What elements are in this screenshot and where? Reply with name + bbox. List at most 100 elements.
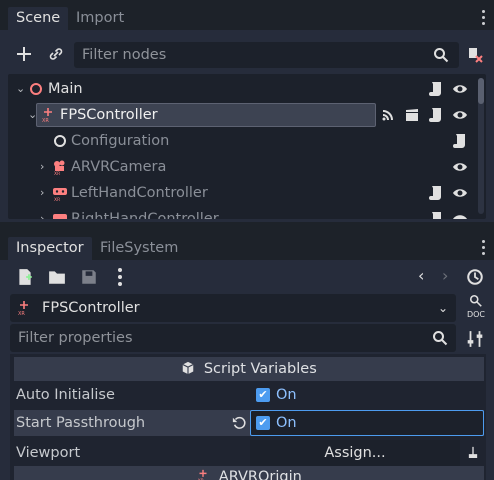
tree-item-fpscontroller[interactable]: ⌄ XR FPSController xyxy=(8,102,486,128)
search-icon xyxy=(432,46,450,64)
visibility-icon[interactable] xyxy=(452,185,468,201)
history-icon[interactable] xyxy=(466,268,484,286)
inspector-dock-tabs: Inspector FileSystem xyxy=(0,230,494,260)
tools-icon[interactable] xyxy=(466,330,484,348)
tree-item-label: ARVRCamera xyxy=(71,159,167,175)
expand-arrow-icon[interactable]: › xyxy=(40,154,44,180)
tree-item-arvrcamera[interactable]: › XR ARVRCamera xyxy=(8,154,486,180)
visibility-icon[interactable] xyxy=(452,159,468,175)
node-icon xyxy=(30,83,42,95)
open-folder-icon[interactable] xyxy=(48,268,66,286)
doc-label: DOC xyxy=(466,310,486,319)
script-icon[interactable] xyxy=(452,133,468,149)
new-resource-icon[interactable] xyxy=(16,268,34,286)
property-label: Start Passthrough xyxy=(16,415,146,431)
script-icon[interactable] xyxy=(428,211,444,219)
cube-icon xyxy=(182,361,194,375)
auto-initialise-checkbox[interactable]: ✔ On xyxy=(250,382,484,408)
viewport-assign-button[interactable]: Assign... xyxy=(250,440,460,466)
signal-icon[interactable] xyxy=(380,107,396,123)
tab-inspector[interactable]: Inspector xyxy=(8,237,92,260)
property-label: Auto Initialise xyxy=(16,387,115,403)
tree-item-label: LeftHandController xyxy=(71,185,208,201)
script-icon[interactable] xyxy=(428,185,444,201)
property-label: Viewport xyxy=(16,445,81,461)
assign-label: Assign... xyxy=(324,445,386,461)
collapse-arrow-icon[interactable]: ⌄ xyxy=(16,76,25,102)
instance-scene-button[interactable] xyxy=(46,44,66,64)
node-icon xyxy=(54,135,66,147)
more-options-icon[interactable] xyxy=(118,268,122,286)
clear-script-button[interactable] xyxy=(464,44,486,66)
scene-dock-menu-icon[interactable] xyxy=(482,10,486,28)
filter-nodes-input[interactable]: Filter nodes xyxy=(74,42,459,68)
start-passthrough-checkbox[interactable]: ✔ On xyxy=(250,410,484,436)
filter-nodes-placeholder: Filter nodes xyxy=(82,47,167,63)
scene-tree[interactable]: ⌄ Main ⌄ XR FPSController Configuration … xyxy=(8,74,486,219)
history-back-icon[interactable]: ‹ xyxy=(418,266,424,285)
scene-dock-tabs: Scene Import xyxy=(0,0,494,30)
expand-arrow-icon[interactable]: › xyxy=(40,206,44,219)
expand-arrow-icon[interactable]: › xyxy=(40,180,44,206)
save-icon[interactable] xyxy=(80,268,98,286)
visibility-icon[interactable] xyxy=(452,211,468,219)
tab-filesystem[interactable]: FileSystem xyxy=(92,237,186,260)
tab-scene[interactable]: Scene xyxy=(8,7,69,30)
tree-item-label: Configuration xyxy=(71,133,170,149)
visibility-icon[interactable] xyxy=(452,107,468,123)
section-script-variables[interactable]: Script Variables xyxy=(14,357,484,381)
help-search-icon xyxy=(469,294,482,307)
tree-item-label: FPSController xyxy=(60,107,158,123)
clapper-icon[interactable] xyxy=(404,107,420,123)
add-node-button[interactable] xyxy=(14,44,34,64)
xr-origin-icon: XR xyxy=(42,108,52,123)
section-title: ARVROrigin xyxy=(218,469,302,480)
svg-text:XR: XR xyxy=(54,171,60,175)
script-remove-icon xyxy=(469,48,483,63)
xr-controller-icon xyxy=(53,214,67,219)
search-icon xyxy=(433,331,448,346)
object-name: FPSController xyxy=(42,300,140,316)
history-forward-icon[interactable]: › xyxy=(442,266,448,285)
property-viewport: Viewport Assign... xyxy=(14,440,484,466)
tree-item-main[interactable]: ⌄ Main xyxy=(8,76,486,102)
tree-item-label: Main xyxy=(48,81,83,97)
link-icon xyxy=(49,48,63,60)
filter-properties-input[interactable]: Filter properties xyxy=(10,324,456,352)
tab-import[interactable]: Import xyxy=(68,7,132,30)
svg-text:XR: XR xyxy=(18,311,25,316)
scrollbar-thumb[interactable] xyxy=(478,78,484,104)
plus-icon xyxy=(17,47,31,61)
tree-item-label: RightHandController xyxy=(71,211,219,219)
script-icon[interactable] xyxy=(428,81,444,97)
checkbox-value: On xyxy=(276,415,297,431)
svg-text:XR: XR xyxy=(54,197,60,201)
checkbox-value: On xyxy=(276,387,297,403)
doc-button[interactable]: DOC xyxy=(464,294,488,322)
checkbox-checked-icon: ✔ xyxy=(256,416,270,430)
inspector-dock: Inspector FileSystem ‹ › XR FPSControlle… xyxy=(0,230,494,480)
object-selector[interactable]: XR FPSController ⌄ xyxy=(10,294,456,322)
section-arvrorigin[interactable]: XR ARVROrigin xyxy=(14,466,484,480)
property-start-passthrough: Start Passthrough ✔ On xyxy=(14,410,484,436)
xr-origin-icon: XR xyxy=(198,469,207,480)
collapse-arrow-icon[interactable]: ⌄ xyxy=(28,102,37,128)
filter-properties-placeholder: Filter properties xyxy=(18,330,133,346)
tree-item-righthandcontroller[interactable]: › RightHandController xyxy=(8,206,486,219)
inspector-dock-menu-icon[interactable] xyxy=(482,240,486,258)
script-icon[interactable] xyxy=(428,107,444,123)
property-auto-initialise: Auto Initialise ✔ On xyxy=(14,382,484,408)
visibility-icon[interactable] xyxy=(452,81,468,97)
chevron-down-icon: ⌄ xyxy=(437,301,448,315)
scene-dock: Scene Import Filter nodes ⌄ Main ⌄ XR FP xyxy=(0,0,494,222)
scene-tree-scrollbar[interactable] xyxy=(478,78,484,214)
tree-item-configuration[interactable]: Configuration xyxy=(8,128,486,154)
checkbox-checked-icon: ✔ xyxy=(256,388,270,402)
xr-camera-icon: XR xyxy=(54,160,65,175)
xr-controller-icon: XR xyxy=(53,188,67,201)
section-title: Script Variables xyxy=(203,361,317,377)
revert-icon[interactable] xyxy=(232,416,246,430)
node-path-picker-icon[interactable] xyxy=(466,446,480,460)
svg-text:XR: XR xyxy=(42,118,49,123)
tree-item-lefthandcontroller[interactable]: › XR LeftHandController xyxy=(8,180,486,206)
